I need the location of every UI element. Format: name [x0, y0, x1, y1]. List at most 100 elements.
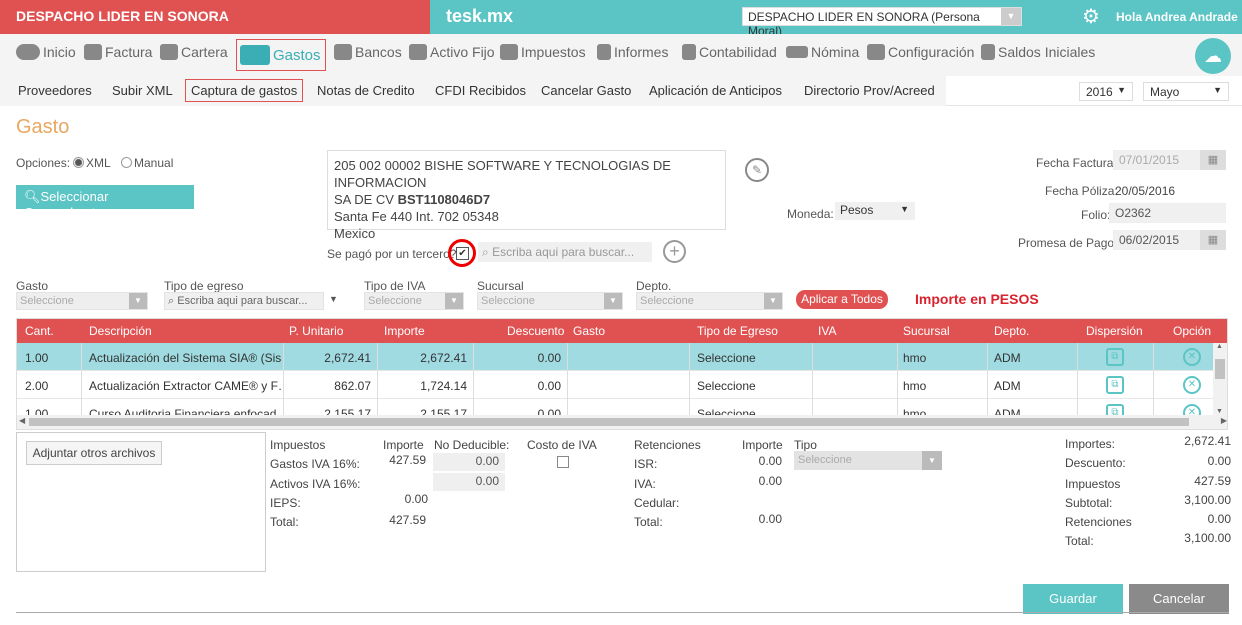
house-icon	[409, 44, 427, 60]
scroll-down-icon[interactable]: ▼	[1216, 408, 1223, 415]
guardar-button[interactable]: Guardar	[1023, 584, 1123, 614]
menu-item-inicio[interactable]: Inicio	[16, 44, 76, 60]
folio-input[interactable]: O2362	[1109, 203, 1226, 223]
tab-aplicacion-de-anticipos[interactable]: Aplicación de Anticipos	[649, 83, 782, 98]
close-icon[interactable]: ✕	[1183, 376, 1201, 394]
sucursal-select[interactable]: Seleccione ▼	[477, 292, 623, 310]
tercero-checkbox[interactable]: ✔	[456, 247, 469, 260]
gasto-select[interactable]: Seleccione ▼	[16, 292, 148, 310]
tab-directorio-prov-acreed[interactable]: Directorio Prov/Acreed	[804, 83, 935, 98]
cloud-button[interactable]: ☁	[1195, 38, 1231, 74]
search-icon: ⌕	[168, 295, 175, 307]
horizontal-scrollbar[interactable]: ◀ ▶	[17, 415, 1227, 429]
tipo-egreso-label: Tipo de egreso	[164, 279, 244, 293]
table-row[interactable]: 1.00 Actualización del Sistema SIA® (Sis…	[17, 343, 1213, 371]
tab-cancelar-gasto[interactable]: Cancelar Gasto	[541, 83, 631, 98]
close-icon[interactable]: ✕	[1183, 348, 1201, 366]
checklist-icon	[682, 44, 696, 60]
menu-item-saldos-iniciales[interactable]: Saldos Iniciales	[981, 44, 1095, 60]
tipo-retencion-select[interactable]: Seleccione ▼	[794, 451, 942, 470]
tercero-search-input[interactable]: ⌕ Escriba aqui para buscar...	[478, 242, 652, 262]
dispersion-icon[interactable]: ⧉	[1106, 376, 1124, 394]
tipo-egreso-search[interactable]: ⌕ Escriba aqui para buscar...	[164, 292, 324, 310]
gastos-iva-no-deducible[interactable]: 0.00	[433, 453, 505, 471]
depto-label: Depto.	[636, 279, 672, 293]
tag-icon	[84, 44, 102, 60]
tab-subir-xml[interactable]: Subir XML	[112, 83, 173, 98]
cancelar-button[interactable]: Cancelar	[1129, 584, 1229, 614]
fecha-factura-input[interactable]: 07/01/2015	[1113, 150, 1201, 170]
dispersion-icon[interactable]: ⧉	[1106, 348, 1124, 366]
adjuntar-archivos-button[interactable]: Adjuntar otros archivos	[26, 441, 162, 465]
scrollbar-thumb[interactable]	[1215, 359, 1225, 379]
retenciones-heading: Retenciones	[634, 438, 701, 452]
address-line-1: 205 002 00002 BISHE SOFTWARE Y TECNOLOGI…	[334, 158, 671, 190]
menu-item-factura[interactable]: Factura	[84, 44, 152, 60]
vertical-scrollbar[interactable]: ▲ ▼	[1213, 343, 1227, 415]
menu-item-informes[interactable]: Informes	[597, 44, 668, 60]
radio-manual[interactable]: Manual	[121, 156, 173, 170]
plus-icon[interactable]: +	[663, 240, 686, 263]
search-placeholder: Escriba aqui para buscar...	[177, 295, 308, 307]
costo-iva-checkbox[interactable]	[557, 456, 569, 468]
tab-proveedores[interactable]: Proveedores	[18, 83, 92, 98]
scroll-right-icon[interactable]: ▶	[1221, 416, 1227, 425]
scroll-up-icon[interactable]: ▲	[1216, 343, 1223, 350]
radio-selected-icon	[73, 157, 84, 168]
tab-captura-de-gastos[interactable]: Captura de gastos	[185, 79, 304, 102]
month-select[interactable]: Mayo ▼	[1143, 82, 1229, 101]
tab-notas-de-credito[interactable]: Notas de Credito	[317, 83, 415, 98]
tipo-iva-select[interactable]: Seleccione ▼	[364, 292, 464, 310]
menu-item-activo-fijo[interactable]: Activo Fijo	[409, 44, 495, 60]
scrollbar-thumb[interactable]	[29, 418, 1189, 426]
user-greeting[interactable]: Hola Andrea Andrade	[1116, 10, 1238, 24]
table-row[interactable]: 2.00 Actualización Extractor CAME® y F… …	[17, 371, 1213, 399]
calendar-icon[interactable]: ▦	[1200, 150, 1226, 170]
year-select[interactable]: 2016 ▼	[1079, 82, 1133, 101]
depto-select[interactable]: Seleccione ▼	[636, 292, 783, 310]
menu-item-configuracion[interactable]: Configuración	[867, 44, 974, 60]
gear-icon[interactable]: ⚙	[1082, 4, 1100, 29]
sub-menu: Proveedores Subir XML Captura de gastos …	[0, 76, 1242, 106]
cell-p-unitario: 2,672.41	[324, 351, 371, 365]
menu-item-impuestos[interactable]: Impuestos	[500, 44, 586, 60]
tercero-label: Se pagó por un tercero?	[327, 247, 457, 261]
cell-tipo-egreso[interactable]: Seleccione	[697, 351, 756, 365]
select-value: Seleccione	[481, 295, 535, 307]
menu-label: Bancos	[355, 44, 402, 60]
menu-label: Gastos	[273, 46, 321, 64]
cloud-icon: ☁	[1204, 46, 1222, 66]
col-depto: Depto.	[994, 324, 1030, 338]
menu-item-gastos[interactable]: Gastos	[236, 39, 326, 71]
radio-xml[interactable]: XML	[73, 156, 111, 170]
radio-icon	[121, 157, 132, 168]
menu-item-nomina[interactable]: Nómina	[786, 44, 859, 60]
cart-icon	[240, 45, 270, 65]
cell-depto: ADM	[994, 351, 1021, 365]
isr-value: 0.00	[758, 454, 782, 468]
menu-item-bancos[interactable]: Bancos	[334, 44, 402, 60]
seleccionar-comprobante-button[interactable]: 🔍︎Seleccionar Comprobante	[16, 185, 194, 220]
scroll-left-icon[interactable]: ◀	[19, 416, 25, 425]
moneda-label: Moneda:	[787, 207, 834, 221]
cell-tipo-egreso[interactable]: Seleccione	[697, 379, 756, 393]
menu-item-cartera[interactable]: Cartera	[160, 44, 228, 60]
aplicar-a-todos-button[interactable]: Aplicar a Todos	[796, 290, 888, 309]
promesa-pago-input[interactable]: 06/02/2015	[1113, 230, 1201, 250]
col-opcion: Opción	[1173, 324, 1212, 338]
summary-value: 3,100.00	[1184, 493, 1231, 507]
activos-iva-no-deducible[interactable]: 0.00	[433, 473, 505, 491]
gasto-label: Gasto	[16, 279, 49, 293]
fecha-factura-label: Fecha Factura:	[1036, 156, 1117, 170]
company-select[interactable]: DESPACHO LIDER EN SONORA (Persona Moral)…	[742, 7, 1022, 38]
tab-cfdi-recibidos[interactable]: CFDI Recibidos	[435, 83, 526, 98]
moneda-select[interactable]: Pesos ▼	[835, 202, 915, 220]
pencil-icon[interactable]: ✎	[745, 158, 769, 182]
year-value: 2016	[1086, 85, 1113, 99]
ret-total-value: 0.00	[758, 512, 782, 526]
menu-item-contabilidad[interactable]: Contabilidad	[682, 44, 777, 60]
caret-down-icon[interactable]: ▼	[329, 294, 338, 304]
no-deducible-heading: No Deducible:	[434, 438, 510, 452]
calendar-icon[interactable]: ▦	[1200, 230, 1226, 250]
cell-importe: 2,672.41	[420, 351, 467, 365]
